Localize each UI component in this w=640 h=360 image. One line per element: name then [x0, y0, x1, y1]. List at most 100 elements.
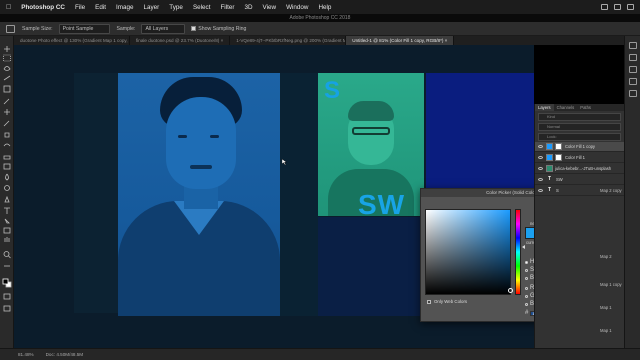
- status-icon[interactable]: [614, 4, 621, 10]
- color-marker[interactable]: [508, 288, 513, 293]
- saturation-brightness-field[interactable]: [425, 209, 513, 295]
- layer-name: Color Fill 1: [565, 155, 586, 160]
- hand-tool-icon: [4, 237, 10, 242]
- color-panel-icon[interactable]: [629, 42, 637, 49]
- visibility-eye-icon[interactable]: [538, 178, 543, 181]
- visibility-eye-icon[interactable]: [538, 189, 543, 192]
- lasso-tool-icon: [3, 66, 11, 71]
- layers-panel: Layers Channels Paths Kind Normal Lock: …: [534, 104, 625, 348]
- stamp-icon: [4, 132, 10, 138]
- layer-name: julica-kebebr...-JTuB-unsplash: [555, 166, 612, 171]
- menu-help[interactable]: Help: [318, 4, 331, 11]
- menu-type[interactable]: Type: [169, 4, 183, 11]
- sample-size-select[interactable]: Point Sample: [58, 23, 111, 34]
- doc-size: Doc: 4.50M/48.5M: [45, 352, 84, 357]
- eyedropper-tool-icon[interactable]: [6, 25, 15, 33]
- adjustments-panel-icon[interactable]: [629, 78, 637, 85]
- foreground-color-swatch: [2, 278, 9, 285]
- layers-panel-tabs: Layers Channels Paths: [535, 104, 624, 111]
- layer-row[interactable]: Color Fill 1: [535, 153, 625, 163]
- tab-channels[interactable]: Channels: [554, 104, 578, 111]
- card-letter-s: S: [324, 77, 341, 104]
- menu-view[interactable]: View: [263, 4, 277, 11]
- man-portrait-image: [118, 73, 280, 316]
- mask-thumbnail[interactable]: [555, 154, 562, 161]
- menu-edit[interactable]: Edit: [95, 4, 106, 11]
- b-radio[interactable]: [525, 276, 528, 280]
- sample-label: Sample:: [116, 25, 136, 32]
- menu-layer[interactable]: Layer: [144, 4, 160, 11]
- shape-tool-icon: [3, 227, 11, 234]
- zoom-level[interactable]: 81.48%: [18, 352, 34, 357]
- tab-finale-duotone[interactable]: finale duotone.psd @ 23.7% (Duotone/8) ×: [130, 36, 231, 45]
- menu-3d[interactable]: 3D: [244, 4, 252, 11]
- side-layer-label[interactable]: Map 1 copy: [600, 282, 622, 287]
- tab-duotone-photo-effect[interactable]: duotone Photo effect @ 130% (Gradient Ma…: [14, 36, 130, 45]
- canvas-dark-strip: [280, 73, 318, 316]
- show-sampling-ring-checkbox[interactable]: Show Sampling Ring: [191, 26, 246, 32]
- fill-thumbnail: [546, 143, 553, 150]
- menu-image[interactable]: Image: [116, 4, 134, 11]
- dodge-icon: [4, 185, 10, 191]
- tab-layers[interactable]: Layers: [535, 104, 554, 111]
- blue-radio[interactable]: [525, 302, 528, 306]
- brush-icon: [3, 120, 10, 127]
- panel-dock: [624, 36, 640, 348]
- status-icon[interactable]: [601, 4, 608, 10]
- sample-select[interactable]: All Layers: [141, 23, 186, 34]
- g-radio[interactable]: [525, 294, 528, 298]
- visibility-eye-icon[interactable]: [538, 167, 543, 170]
- layer-name: SW: [556, 177, 563, 182]
- side-layer-label[interactable]: Map 2 copy: [600, 188, 622, 193]
- s-radio[interactable]: [525, 268, 528, 272]
- menu-filter[interactable]: Filter: [220, 4, 234, 11]
- quick-select-icon: [3, 75, 11, 81]
- libraries-panel-icon[interactable]: [629, 90, 637, 97]
- type-layer-icon: T: [547, 176, 552, 182]
- tab-untitled-1[interactable]: Untitled-1 @ 81% (Color Fill 1 copy, RGB…: [346, 36, 455, 45]
- visibility-eye-icon[interactable]: [538, 145, 543, 148]
- side-layer-label[interactable]: Map 2: [600, 254, 612, 259]
- layer-kind-filter[interactable]: Kind: [538, 113, 621, 121]
- only-web-colors-checkbox[interactable]: Only Web Colors: [427, 299, 467, 304]
- glasses-icon: [352, 127, 390, 135]
- menu-window[interactable]: Window: [286, 4, 308, 11]
- apple-icon[interactable]: : [6, 4, 11, 11]
- show-sampling-ring-label: Show Sampling Ring: [198, 25, 247, 32]
- side-layer-label[interactable]: Map 1: [600, 305, 612, 310]
- menu-select[interactable]: Select: [193, 4, 211, 11]
- checkbox-box[interactable]: [427, 299, 431, 304]
- menu-file[interactable]: File: [75, 4, 85, 11]
- swatches-panel-icon[interactable]: [629, 54, 637, 61]
- fill-thumbnail: [546, 154, 553, 161]
- canvas-left-panel: [74, 73, 118, 313]
- eraser-icon: [3, 155, 11, 160]
- type-tool-icon: [4, 207, 10, 214]
- r-radio[interactable]: [525, 286, 528, 290]
- cursor-icon: [282, 159, 288, 165]
- hue-slider-handle[interactable]: [522, 245, 525, 249]
- h-radio[interactable]: [525, 260, 528, 264]
- status-icon[interactable]: [627, 4, 634, 10]
- blend-mode-select[interactable]: Normal: [538, 123, 621, 131]
- properties-panel-icon[interactable]: [629, 66, 637, 73]
- side-layer-label[interactable]: Map 1: [600, 328, 612, 333]
- crop-tool-icon: [3, 85, 11, 93]
- menu-app-name[interactable]: Photoshop CC: [21, 4, 65, 11]
- tab-paths[interactable]: Paths: [577, 104, 594, 111]
- screen-mode-icon: [3, 305, 11, 312]
- marquee-tool-icon: [3, 54, 11, 62]
- path-select-icon: [4, 218, 10, 224]
- mask-thumbnail[interactable]: [555, 143, 562, 150]
- hue-slider[interactable]: [515, 209, 521, 295]
- layer-name: Color Fill 1 copy: [565, 144, 596, 149]
- layer-row[interactable]: Color Fill 1 copy: [535, 142, 625, 152]
- type-layer-icon: T: [547, 187, 552, 193]
- tab-vqe89-png[interactable]: 1-VQe89-4jT--PKbtbRzfNeg.png @ 200% (Gra…: [230, 36, 347, 45]
- eyedropper-icon: [3, 98, 10, 105]
- visibility-eye-icon[interactable]: [538, 156, 543, 159]
- layer-row[interactable]: T SW: [535, 175, 625, 185]
- lock-options[interactable]: Lock:: [538, 133, 621, 141]
- options-bar: Sample Size: Point Sample Sample: All La…: [0, 22, 640, 36]
- layer-row[interactable]: julica-kebebr...-JTuB-unsplash: [535, 164, 625, 174]
